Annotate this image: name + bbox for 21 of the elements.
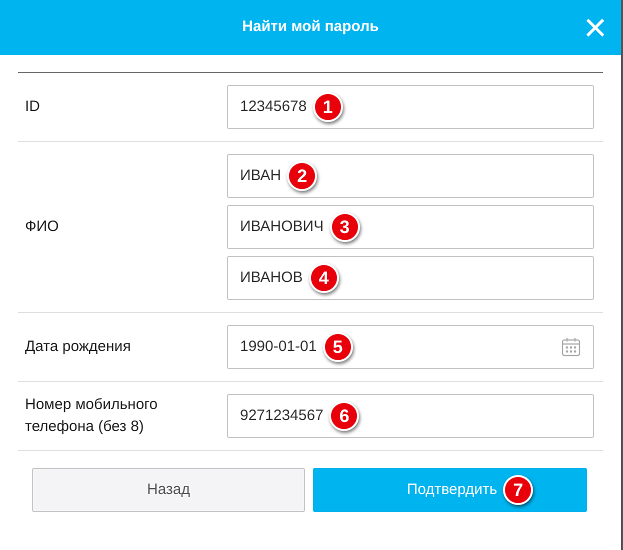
field-label: Номер мобильного телефона (без 8) (24, 395, 159, 437)
input-field[interactable]: 9271234567 6 (227, 394, 594, 438)
input-field[interactable]: ИВАН 2 (227, 154, 594, 198)
field-label: Дата рождения (24, 337, 132, 357)
date-field[interactable]: 1990-01-01 5 (227, 325, 594, 369)
input-field[interactable]: ИВАНОВИЧ 3 (227, 205, 594, 249)
annotation-badge: 1 (312, 92, 343, 122)
annotation-badge: 3 (330, 212, 360, 242)
annotation-badge: 5 (322, 332, 353, 362)
input-field[interactable]: ИВАНОВ 4 (227, 256, 594, 300)
annotation-badge: 7 (503, 475, 534, 505)
field-label: ФИО (24, 217, 60, 237)
annotation-badge: 4 (308, 263, 339, 293)
annotation-badge: 2 (287, 161, 318, 191)
confirm-button[interactable]: Подтвердить 7 (313, 468, 587, 512)
calendar-icon[interactable] (561, 337, 581, 357)
input-field[interactable]: 12345678 1 (227, 85, 594, 129)
field-label: ID (24, 97, 41, 117)
back-button[interactable]: Назад (32, 468, 305, 512)
annotation-badge: 6 (329, 401, 360, 431)
dialog-title: Найти мой пароль (242, 17, 379, 38)
